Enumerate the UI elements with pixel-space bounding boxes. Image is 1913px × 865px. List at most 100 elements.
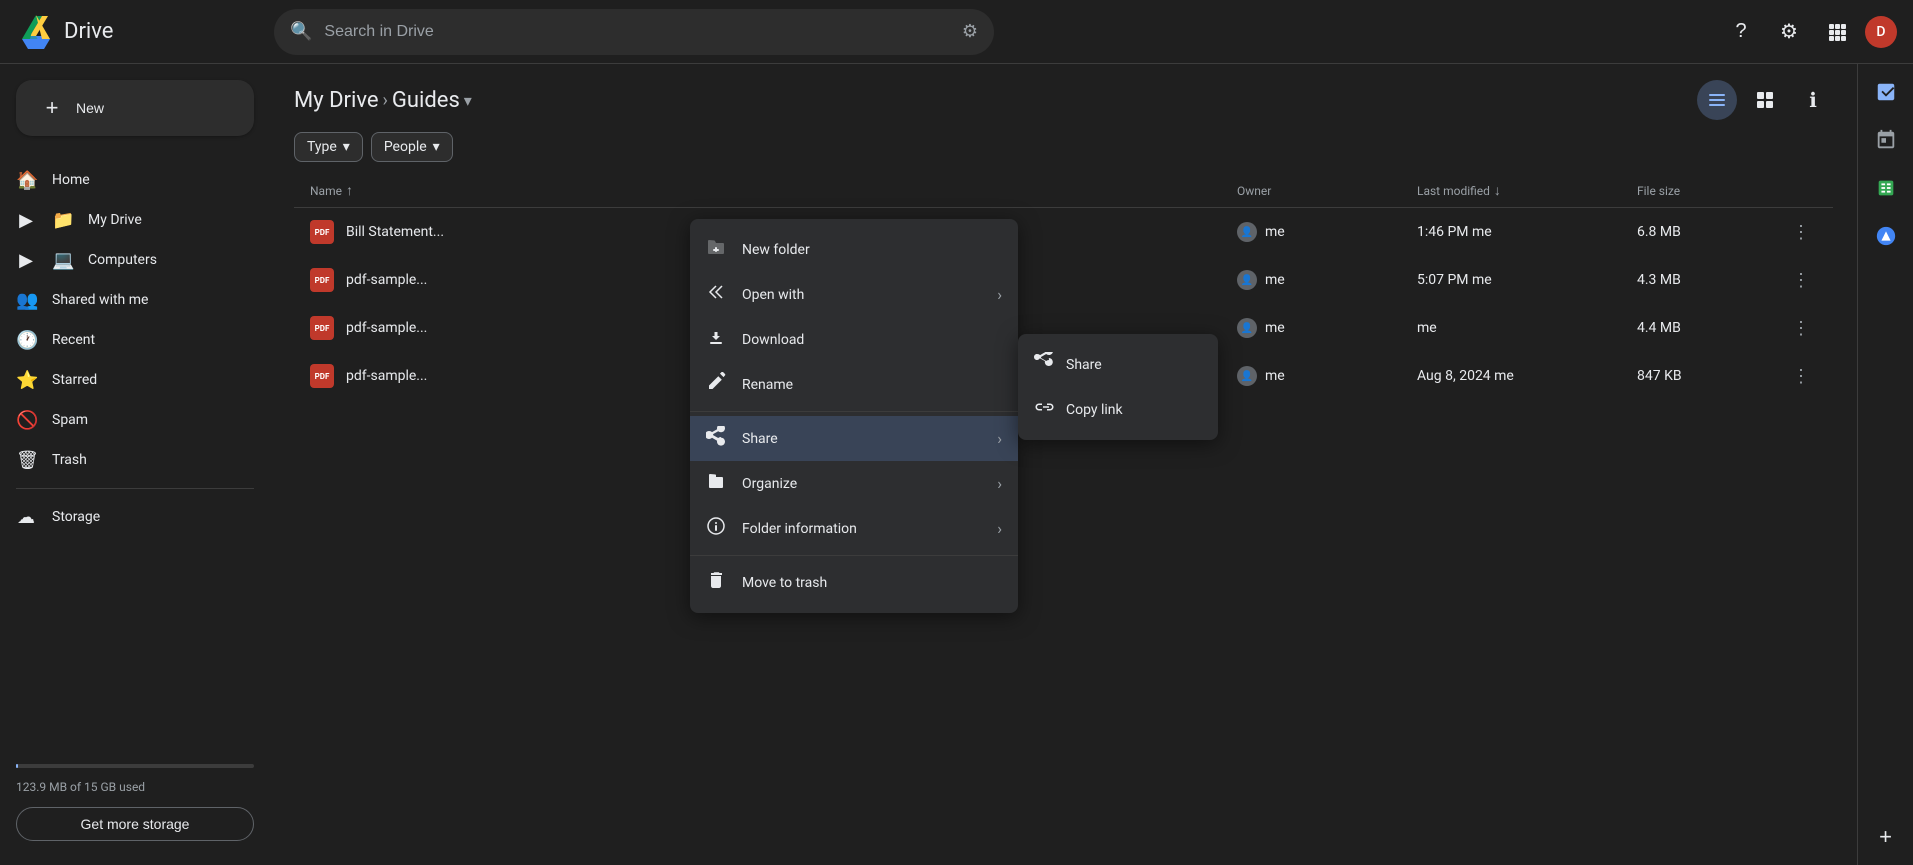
search-input[interactable] xyxy=(324,23,949,41)
people-filter-chip[interactable]: People ▾ xyxy=(371,132,453,162)
download-icon xyxy=(706,327,726,352)
new-button[interactable]: + New xyxy=(16,80,254,136)
settings-button[interactable]: ⚙ xyxy=(1769,12,1809,52)
folder-info-icon xyxy=(706,516,726,541)
new-folder-icon xyxy=(706,237,726,262)
pdf-icon: PDF xyxy=(310,364,334,388)
avatar[interactable]: D xyxy=(1865,16,1897,48)
column-size-label: File size xyxy=(1637,184,1680,198)
sidebar-item-my-drive[interactable]: ▶ 📁 My Drive xyxy=(0,200,254,240)
breadcrumb-current-label: Guides xyxy=(392,88,460,113)
sidebar: + New 🏠 Home ▶ 📁 My Drive ▶ 💻 Computers … xyxy=(0,64,270,865)
table-row[interactable]: PDF Bill Statement... 👤 me 1:46 PM me 6.… xyxy=(294,208,1833,256)
sidebar-item-shared[interactable]: 👥 Shared with me xyxy=(0,280,254,320)
sidebar-item-home[interactable]: 🏠 Home xyxy=(0,160,254,200)
menu-item-move-to-trash[interactable]: Move to trash xyxy=(690,560,1018,605)
storage-usage-text: 123.9 MB of 15 GB used xyxy=(16,780,145,794)
column-header-name[interactable]: Name ↑ xyxy=(310,182,1237,199)
help-button[interactable]: ? xyxy=(1721,12,1761,52)
file-table: Name ↑ Owner Last modified ↓ File size xyxy=(270,174,1857,865)
sidebar-item-recent[interactable]: 🕐 Recent xyxy=(0,320,254,360)
filter-bar: Type ▾ People ▾ xyxy=(270,120,1857,174)
menu-item-rename[interactable]: Rename xyxy=(690,362,1018,407)
new-button-label: New xyxy=(76,100,104,116)
breadcrumb-arrow-icon: › xyxy=(383,90,388,111)
owner-cell: 👤 me xyxy=(1237,222,1417,242)
spam-icon: 🚫 xyxy=(16,410,36,431)
right-panel-calendar-icon[interactable] xyxy=(1866,120,1906,160)
submenu-share-label: Share xyxy=(1066,357,1102,373)
size-cell: 847 KB xyxy=(1637,368,1777,384)
owner-label: me xyxy=(1265,368,1285,384)
more-options-button[interactable]: ⋮ xyxy=(1785,360,1817,392)
pdf-icon: PDF xyxy=(310,268,334,292)
more-options-button[interactable]: ⋮ xyxy=(1785,216,1817,248)
open-with-arrow-icon: › xyxy=(997,285,1002,304)
shared-icon: 👥 xyxy=(16,290,36,311)
apps-button[interactable] xyxy=(1817,12,1857,52)
file-name-text: pdf-sample... xyxy=(346,320,427,336)
column-header-modified[interactable]: Last modified ↓ xyxy=(1417,182,1637,199)
right-panel-activity-icon[interactable] xyxy=(1866,72,1906,112)
storage-bar-fill xyxy=(16,764,18,768)
sidebar-item-storage[interactable]: ☁ Storage xyxy=(0,497,254,537)
right-panel-edit-icon[interactable] xyxy=(1866,216,1906,256)
owner-label: me xyxy=(1265,272,1285,288)
menu-item-folder-info[interactable]: Folder information › xyxy=(690,506,1018,551)
owner-cell: 👤 me xyxy=(1237,366,1417,386)
more-cell: ⋮ xyxy=(1777,360,1817,392)
column-modified-sort-icon: ↓ xyxy=(1494,182,1501,199)
column-header-owner[interactable]: Owner xyxy=(1237,184,1417,198)
menu-item-rename-label: Rename xyxy=(742,377,1002,393)
menu-item-organize[interactable]: Organize › xyxy=(690,461,1018,506)
get-storage-button[interactable]: Get more storage xyxy=(16,807,254,841)
submenu-item-share[interactable]: Share xyxy=(1018,342,1218,387)
info-button[interactable]: ℹ xyxy=(1793,80,1833,120)
menu-item-download[interactable]: Download xyxy=(690,317,1018,362)
file-name-text: Bill Statement... xyxy=(346,224,444,240)
menu-item-folder-info-label: Folder information xyxy=(742,521,981,537)
computers-icon: 💻 xyxy=(52,250,72,271)
size-cell: 4.3 MB xyxy=(1637,272,1777,288)
drive-logo-icon xyxy=(16,12,56,52)
my-drive-expand-icon: ▶ xyxy=(16,210,36,231)
menu-item-download-label: Download xyxy=(742,332,1002,348)
sidebar-item-spam[interactable]: 🚫 Spam xyxy=(0,400,254,440)
logo-text: Drive xyxy=(64,19,113,44)
more-options-button[interactable]: ⋮ xyxy=(1785,312,1817,344)
search-options-icon[interactable]: ⚙ xyxy=(962,21,978,42)
date-cell: 1:46 PM me xyxy=(1417,224,1637,240)
storage-icon: ☁ xyxy=(16,507,36,528)
open-with-icon xyxy=(706,282,726,307)
right-panel-sheets-icon[interactable] xyxy=(1866,168,1906,208)
menu-item-share[interactable]: Share › xyxy=(690,416,1018,461)
owner-label: me xyxy=(1265,224,1285,240)
plus-icon: + xyxy=(40,96,64,120)
breadcrumb-root[interactable]: My Drive xyxy=(294,88,379,113)
table-header: Name ↑ Owner Last modified ↓ File size xyxy=(294,174,1833,208)
column-header-size[interactable]: File size xyxy=(1637,184,1777,198)
owner-avatar: 👤 xyxy=(1237,270,1257,290)
more-options-button[interactable]: ⋮ xyxy=(1785,264,1817,296)
computers-expand-icon: ▶ xyxy=(16,250,36,271)
list-view-button[interactable] xyxy=(1697,80,1737,120)
sidebar-item-trash[interactable]: 🗑 Trash xyxy=(0,440,254,480)
right-panel: + xyxy=(1857,64,1913,865)
type-filter-dropdown-icon: ▾ xyxy=(343,139,350,155)
type-filter-chip[interactable]: Type ▾ xyxy=(294,132,363,162)
right-panel-add-button[interactable]: + xyxy=(1866,817,1906,857)
table-row[interactable]: PDF pdf-sample... 👤 me 5:07 PM me 4.3 MB… xyxy=(294,256,1833,304)
menu-item-open-with[interactable]: Open with › xyxy=(690,272,1018,317)
grid-view-button[interactable] xyxy=(1745,80,1785,120)
sidebar-section-main: 🏠 Home ▶ 📁 My Drive ▶ 💻 Computers 👥 Shar… xyxy=(0,152,270,545)
menu-item-new-folder[interactable]: New folder xyxy=(690,227,1018,272)
type-filter-label: Type xyxy=(307,139,337,155)
submenu-item-copy-link[interactable]: Copy link xyxy=(1018,387,1218,432)
sidebar-item-computers[interactable]: ▶ 💻 Computers xyxy=(0,240,254,280)
file-name-text: pdf-sample... xyxy=(346,272,427,288)
breadcrumb-current[interactable]: Guides ▾ xyxy=(392,88,472,113)
date-cell: Aug 8, 2024 me xyxy=(1417,368,1637,384)
sidebar-item-starred[interactable]: ⭐ Starred xyxy=(0,360,254,400)
menu-item-share-label: Share xyxy=(742,431,981,447)
share-arrow-icon: › xyxy=(997,429,1002,448)
